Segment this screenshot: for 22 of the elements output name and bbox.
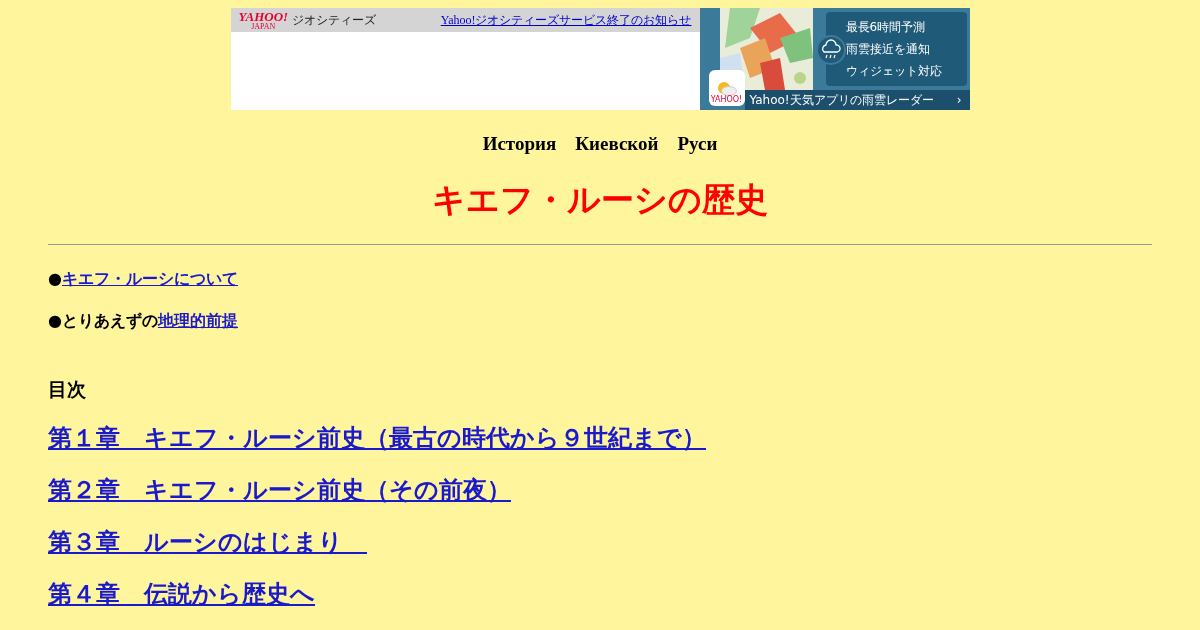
cta-bar[interactable]: Yahoo!天気アプリの雨雲レーダー › bbox=[744, 90, 970, 110]
feature-text: 最長6時間予測 bbox=[845, 19, 927, 36]
page-title: キエフ・ルーシの歴史 bbox=[431, 178, 769, 221]
cta-text: Yahoo!天気アプリの雨雲レーダー bbox=[749, 92, 934, 109]
app-label: YAHOO! bbox=[710, 96, 743, 104]
bullet: ● bbox=[48, 268, 62, 290]
toc-heading: 目次 bbox=[48, 377, 87, 402]
service-name: ジオシティーズ bbox=[292, 12, 377, 29]
feature-text: 雨雲接近を通知 bbox=[845, 41, 931, 58]
bullet: ● bbox=[48, 310, 62, 332]
cta-arrow: › bbox=[956, 92, 962, 109]
chapter-link[interactable]: 第３章 ルーシのはじまり bbox=[48, 523, 367, 560]
feature-text: ウィジェット対応 bbox=[845, 63, 943, 80]
sun-cloud-icon bbox=[715, 80, 738, 96]
intro-text: とりあえずの bbox=[61, 310, 158, 332]
chapter-link[interactable]: 第２章 キエフ・ルーシ前史（その前夜） bbox=[48, 471, 511, 508]
chapter-link[interactable]: 第４章 伝説から歴史へ bbox=[48, 575, 315, 612]
page-subtitle: История Киевской Руси bbox=[481, 132, 719, 156]
notice-link[interactable]: Yahoo!ジオシティーズサービス終了のお知らせ bbox=[440, 11, 692, 29]
intro-link[interactable]: 地理的前提 bbox=[157, 309, 238, 333]
intro-link[interactable]: キエフ・ルーシについて bbox=[61, 267, 238, 291]
chapter-link[interactable]: 第１章 キエフ・ルーシ前史（最古の時代から９世紀まで） bbox=[48, 419, 706, 456]
